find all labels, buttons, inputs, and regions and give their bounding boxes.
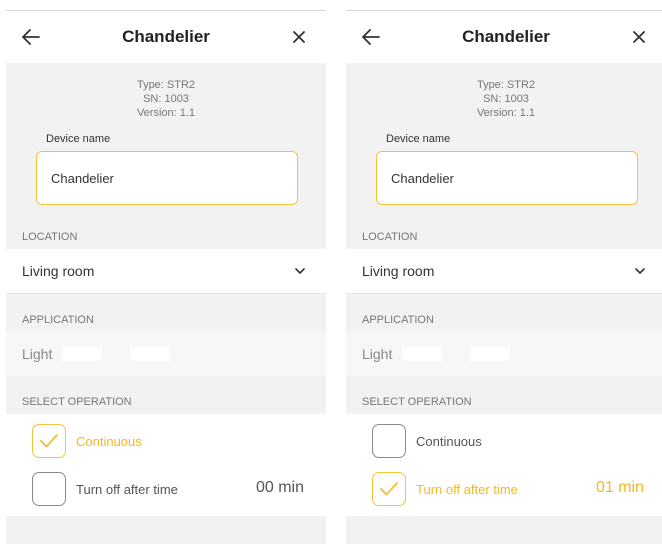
location-select[interactable]: Living room: [346, 249, 662, 294]
application-placeholder-block: [62, 347, 102, 361]
device-settings-screen-continuous: Chandelier Type: STR2 SN: 1003 Version: …: [6, 0, 326, 544]
section-gap: [346, 294, 662, 308]
operation-section-label: SELECT OPERATION: [6, 390, 326, 414]
section-gap: [6, 294, 326, 308]
close-button[interactable]: [286, 24, 312, 50]
device-name-input[interactable]: [36, 151, 298, 205]
device-type: Type: STR2: [476, 79, 536, 91]
option-turn-off-after-time[interactable]: Turn off after time 01 min: [346, 470, 662, 510]
close-icon: [293, 31, 305, 43]
application-value: Light: [22, 346, 53, 362]
device-info-section: Type: STR2 SN: 1003 Version: 1.1 Device …: [346, 63, 662, 225]
chevron-down-icon: [295, 268, 305, 274]
continuous-label: Continuous: [416, 434, 482, 449]
location-section-label: LOCATION: [346, 225, 662, 249]
device-type: Type: STR2: [136, 79, 196, 91]
header: Chandelier: [346, 12, 662, 63]
close-icon: [633, 31, 645, 43]
operation-options: Continuous Turn off after time 00 min: [6, 414, 326, 516]
application-placeholder-block: [130, 347, 170, 361]
location-section-label: LOCATION: [6, 225, 326, 249]
continuous-label: Continuous: [76, 434, 142, 449]
device-serial: SN: 1003: [483, 93, 529, 105]
page-title: Chandelier: [462, 27, 550, 46]
device-settings-screen-timer: Chandelier Type: STR2 SN: 1003 Version: …: [346, 0, 662, 544]
turn-off-time[interactable]: 01 min: [596, 479, 644, 497]
device-name-label: Device name: [46, 133, 111, 145]
application-field: Light: [346, 332, 662, 376]
application-section-label: APPLICATION: [6, 308, 326, 332]
turn-off-label: Turn off after time: [76, 482, 178, 497]
section-gap: [6, 376, 326, 390]
device-name-input[interactable]: [376, 151, 638, 205]
application-value: Light: [362, 346, 393, 362]
device-serial: SN: 1003: [143, 93, 189, 105]
device-name-label: Device name: [386, 133, 451, 145]
checkmark-icon: [380, 482, 398, 496]
turn-off-time[interactable]: 00 min: [256, 479, 304, 497]
application-placeholder-block: [470, 347, 510, 361]
device-info-section: Type: STR2 SN: 1003 Version: 1.1 Device …: [6, 63, 326, 225]
option-continuous[interactable]: Continuous: [346, 422, 662, 462]
option-continuous[interactable]: Continuous: [6, 422, 326, 462]
application-placeholder-block: [402, 347, 442, 361]
application-section-label: APPLICATION: [346, 308, 662, 332]
continuous-checkbox[interactable]: [372, 424, 406, 458]
operation-options: Continuous Turn off after time 01 min: [346, 414, 662, 516]
header: Chandelier: [6, 12, 326, 63]
device-version: Version: 1.1: [136, 107, 196, 119]
option-turn-off-after-time[interactable]: Turn off after time 00 min: [6, 470, 326, 510]
application-field: Light: [6, 332, 326, 376]
device-version: Version: 1.1: [476, 107, 536, 119]
location-select[interactable]: Living room: [6, 249, 326, 294]
close-button[interactable]: [626, 24, 652, 50]
page-title: Chandelier: [122, 27, 210, 46]
section-gap: [346, 376, 662, 390]
chevron-down-icon: [635, 268, 645, 274]
top-divider: [6, 10, 326, 11]
turn-off-checkbox[interactable]: [32, 472, 66, 506]
top-divider: [346, 10, 662, 11]
checkmark-icon: [40, 434, 58, 448]
bottom-strip: [6, 516, 326, 544]
location-value: Living room: [362, 263, 435, 279]
turn-off-checkbox[interactable]: [372, 472, 406, 506]
continuous-checkbox[interactable]: [32, 424, 66, 458]
operation-section-label: SELECT OPERATION: [346, 390, 662, 414]
turn-off-label: Turn off after time: [416, 482, 518, 497]
bottom-strip: [346, 516, 662, 544]
location-value: Living room: [22, 263, 95, 279]
